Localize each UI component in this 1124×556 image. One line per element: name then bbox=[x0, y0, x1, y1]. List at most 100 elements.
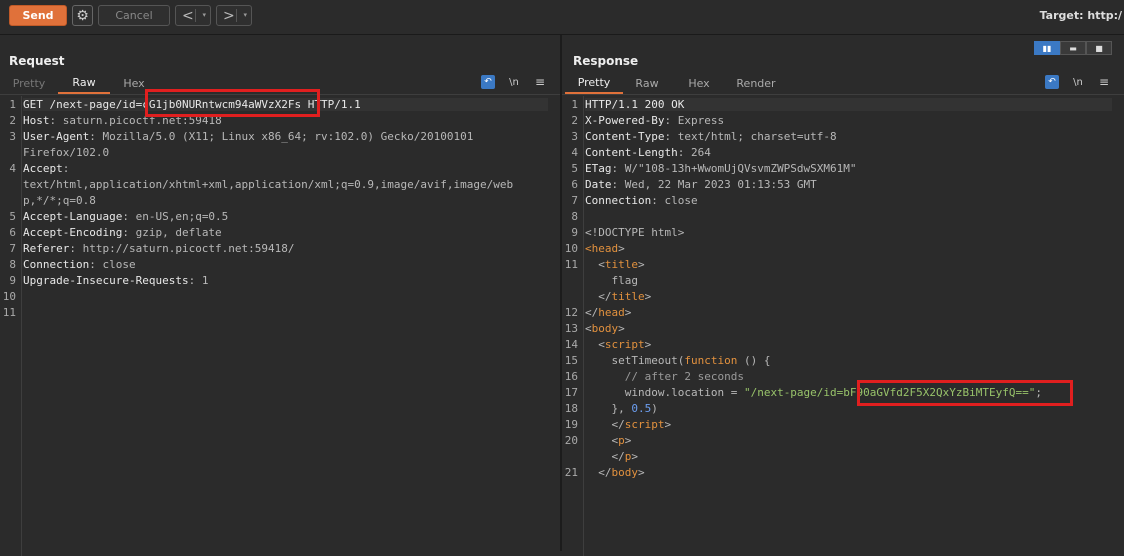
code-line[interactable]: Accept: bbox=[23, 162, 69, 175]
stacked-layout-icon[interactable]: ▬ bbox=[1060, 41, 1086, 55]
chevron-down-icon[interactable]: ▾ bbox=[202, 11, 206, 19]
send-button[interactable]: Send bbox=[9, 5, 67, 26]
header-value: p,*/*;q=0.8 bbox=[23, 194, 96, 207]
header-value: : http://saturn.picoctf.net:59418/ bbox=[69, 242, 295, 255]
word-wrap-icon[interactable]: ↶ bbox=[1045, 75, 1059, 89]
line-number: 7 bbox=[9, 242, 16, 255]
line-number: 6 bbox=[571, 178, 578, 191]
code-token: title bbox=[604, 258, 638, 271]
target-label[interactable]: Target: http:/ bbox=[1040, 9, 1122, 22]
header-value: : 1 bbox=[188, 274, 209, 287]
line-number: 11 bbox=[564, 258, 578, 271]
line-number: 13 bbox=[564, 322, 578, 335]
code-line[interactable]: Content-Type: text/html; charset=utf-8 bbox=[585, 130, 837, 143]
code-line[interactable]: // after 2 seconds bbox=[585, 370, 744, 383]
code-line[interactable]: <head> bbox=[585, 242, 625, 255]
code-token: Connection bbox=[585, 194, 652, 207]
code-line[interactable]: text/html,application/xhtml+xml,applicat… bbox=[23, 178, 513, 191]
history-forward-button[interactable]: > ▾ bbox=[216, 5, 252, 26]
code-token: </ bbox=[585, 418, 625, 431]
line-number: 4 bbox=[571, 146, 578, 159]
code-token: : Express bbox=[664, 114, 725, 127]
single-pane-layout-icon[interactable]: ■ bbox=[1086, 41, 1112, 55]
tab-pretty[interactable]: Pretty bbox=[4, 73, 54, 94]
code-line[interactable]: }, 0.5) bbox=[585, 402, 658, 415]
code-line[interactable]: <script> bbox=[585, 338, 651, 351]
menu-icon[interactable]: ≡ bbox=[1097, 75, 1111, 89]
history-back-button[interactable]: < ▾ bbox=[175, 5, 211, 26]
line-number: 9 bbox=[571, 226, 578, 239]
code-line[interactable]: Connection: close bbox=[585, 194, 698, 207]
newline-toggle[interactable]: \n bbox=[507, 75, 521, 89]
tab-hex[interactable]: Hex bbox=[677, 73, 721, 94]
code-line[interactable]: <title> bbox=[585, 258, 644, 271]
code-token: < bbox=[585, 322, 592, 335]
code-line[interactable]: </script> bbox=[585, 418, 671, 431]
header-name: Connection bbox=[23, 258, 90, 271]
request-pane: Request Pretty Raw Hex ↶ \n ≡ 1 GET /next… bbox=[0, 35, 560, 556]
code-line[interactable]: X-Powered-By: Express bbox=[585, 114, 724, 127]
word-wrap-icon[interactable]: ↶ bbox=[481, 75, 495, 89]
code-line[interactable]: Upgrade-Insecure-Requests: 1 bbox=[23, 274, 208, 287]
line-number: 3 bbox=[9, 130, 16, 143]
code-token: ETag bbox=[585, 162, 612, 175]
code-line[interactable]: <p> bbox=[585, 434, 631, 447]
header-name: User-Agent bbox=[23, 130, 90, 143]
code-line[interactable]: </title> bbox=[585, 290, 651, 303]
code-token: ) bbox=[651, 402, 658, 415]
code-token: Date bbox=[585, 178, 612, 191]
code-token: title bbox=[611, 290, 645, 303]
chevron-down-icon[interactable]: ▾ bbox=[243, 11, 247, 19]
code-line[interactable]: </head> bbox=[585, 306, 631, 319]
code-line[interactable]: flag bbox=[585, 274, 638, 287]
code-line[interactable]: <body> bbox=[585, 322, 625, 335]
tab-raw[interactable]: Raw bbox=[58, 73, 110, 94]
tab-render[interactable]: Render bbox=[730, 73, 782, 94]
tab-raw[interactable]: Raw bbox=[625, 73, 669, 94]
code-line[interactable]: Accept-Encoding: gzip, deflate bbox=[23, 226, 222, 239]
menu-icon[interactable]: ≡ bbox=[533, 75, 547, 89]
code-token: p bbox=[618, 434, 625, 447]
line-number: 8 bbox=[9, 258, 16, 271]
code-line[interactable]: Connection: close bbox=[23, 258, 136, 271]
tab-pretty[interactable]: Pretty bbox=[565, 73, 623, 94]
side-by-side-layout-icon[interactable]: ▮▮ bbox=[1034, 41, 1060, 55]
code-line[interactable]: ETag: W/"108-13h+WwomUjQVsvmZWPSdwSXM61M… bbox=[585, 162, 857, 175]
header-name: Referer bbox=[23, 242, 70, 255]
cancel-button[interactable]: Cancel bbox=[98, 5, 170, 26]
code-line[interactable]: </body> bbox=[585, 466, 644, 479]
code-token: > bbox=[618, 242, 625, 255]
line-number: 2 bbox=[9, 114, 16, 127]
code-token: X-Powered-By bbox=[585, 114, 665, 127]
code-line[interactable]: Accept-Language: en-US,en;q=0.5 bbox=[23, 210, 228, 223]
line-number: 10 bbox=[2, 290, 16, 303]
line-number: 9 bbox=[9, 274, 16, 287]
code-token: body bbox=[611, 466, 639, 479]
header-name: Upgrade-Insecure-Requests bbox=[23, 274, 189, 287]
toolbar: Send ⚙ Cancel < ▾ > ▾ Target: http:/ bbox=[0, 0, 1124, 35]
code-line[interactable]: Date: Wed, 22 Mar 2023 01:13:53 GMT bbox=[585, 178, 817, 191]
forward-arrow-icon: > bbox=[223, 7, 235, 24]
code-token: </ bbox=[585, 450, 625, 463]
request-title: Request bbox=[9, 54, 65, 68]
code-line[interactable]: HTTP/1.1 200 OK bbox=[585, 98, 1112, 111]
code-line[interactable]: </p> bbox=[585, 450, 638, 463]
code-token: Content-Type bbox=[585, 130, 665, 143]
code-line[interactable]: <!DOCTYPE html> bbox=[585, 226, 684, 239]
code-token: : text/html; charset=utf-8 bbox=[664, 130, 837, 143]
code-token: script bbox=[604, 338, 645, 351]
code-line[interactable]: Content-Length: 264 bbox=[585, 146, 711, 159]
code-token: > bbox=[664, 418, 672, 431]
code-token: : close bbox=[651, 194, 698, 207]
code-token: > bbox=[618, 322, 625, 335]
settings-gear-icon[interactable]: ⚙ bbox=[72, 5, 93, 26]
line-number: 10 bbox=[564, 242, 578, 255]
header-name: Accept bbox=[23, 162, 63, 175]
line-number: 6 bbox=[9, 226, 16, 239]
code-line[interactable]: p,*/*;q=0.8 bbox=[23, 194, 96, 207]
code-line[interactable]: User-Agent: Mozilla/5.0 (X11; Linux x86_… bbox=[23, 130, 473, 143]
newline-toggle[interactable]: \n bbox=[1071, 75, 1085, 89]
code-line[interactable]: Referer: http://saturn.picoctf.net:59418… bbox=[23, 242, 295, 255]
code-line[interactable]: setTimeout(function () { bbox=[585, 354, 770, 367]
code-line[interactable]: Firefox/102.0 bbox=[23, 146, 109, 159]
